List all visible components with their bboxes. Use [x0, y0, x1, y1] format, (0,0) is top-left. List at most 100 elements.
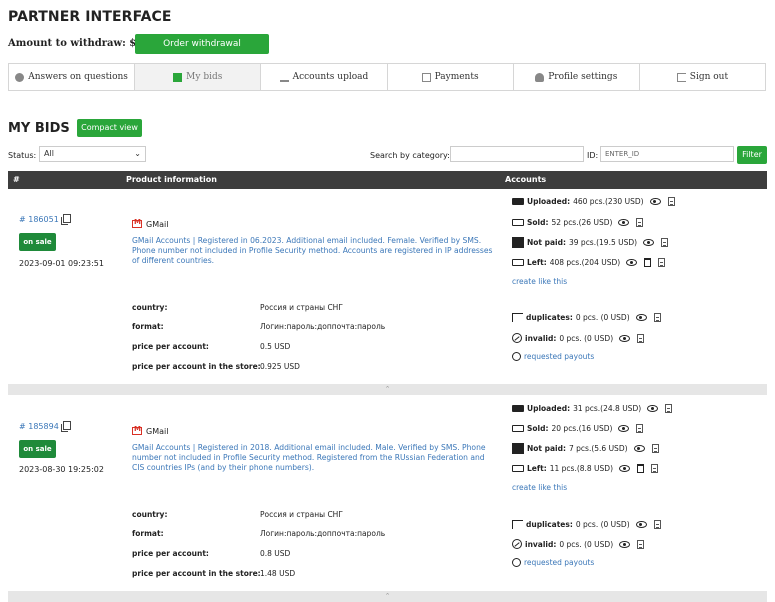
- create-like-this-link[interactable]: create like this: [512, 277, 567, 286]
- stat-value: 39 pcs.(19.5 USD): [569, 238, 638, 247]
- create-like-this-link[interactable]: create like this: [512, 483, 567, 492]
- bid-id[interactable]: # 186051: [19, 214, 71, 225]
- battery-full-icon: [512, 405, 524, 412]
- eye-icon[interactable]: [619, 465, 631, 472]
- col-product: Product information: [126, 175, 217, 184]
- sign-out-icon: [676, 72, 686, 82]
- stat-value: 0 pcs. (0 USD): [575, 520, 630, 529]
- collapse-toggle[interactable]: ⌃: [8, 591, 767, 602]
- compact-view-button[interactable]: Compact view: [77, 119, 142, 137]
- trash-icon[interactable]: [637, 464, 645, 473]
- uploaded-stat: Uploaded: 31 pcs.(24.8 USD): [512, 404, 673, 413]
- copy-icon[interactable]: [60, 214, 71, 225]
- tab-answers-on-questions[interactable]: Answers on questions: [9, 64, 136, 90]
- tab-payments[interactable]: Payments: [388, 64, 514, 90]
- attr-key: country:: [132, 303, 168, 312]
- tab-my-bids[interactable]: My bids: [135, 64, 262, 90]
- stat-value: 7 pcs.(5.6 USD): [569, 444, 628, 453]
- tab-label: Sign out: [689, 72, 729, 82]
- document-icon[interactable]: [665, 404, 673, 413]
- stat-label: duplicates:: [526, 520, 573, 529]
- attr-key: price per account:: [132, 549, 209, 558]
- duplicates-stat: duplicates: 0 pcs. (0 USD): [512, 313, 661, 322]
- category-search-input[interactable]: [450, 146, 584, 162]
- duplicates-icon: [512, 313, 523, 322]
- battery-half-icon: [512, 219, 524, 226]
- document-icon[interactable]: [636, 424, 644, 433]
- battery-half-icon: [512, 425, 524, 432]
- eye-icon[interactable]: [619, 540, 631, 548]
- product-description[interactable]: GMail Accounts | Registered in 06.2023. …: [132, 236, 498, 266]
- attr-value: Россия и страны СНГ: [260, 303, 343, 312]
- stat-value: 0 pcs. (0 USD): [559, 539, 614, 549]
- tab-label: Profile settings: [548, 72, 618, 82]
- requested-payouts-link[interactable]: requested payouts: [524, 558, 594, 567]
- attr-value: Логин:пароль:доппочта:пароль: [260, 529, 386, 538]
- stat-value: 408 pcs.(204 USD): [549, 258, 621, 267]
- money-icon: [512, 237, 524, 248]
- requested-payouts-link[interactable]: requested payouts: [524, 352, 594, 361]
- product-name-text: GMail: [146, 220, 169, 229]
- document-icon[interactable]: [653, 313, 661, 322]
- gmail-icon: [132, 218, 142, 228]
- copy-icon[interactable]: [60, 421, 71, 432]
- document-icon[interactable]: [636, 218, 644, 227]
- user-icon: [535, 72, 545, 82]
- eye-icon[interactable]: [643, 239, 655, 246]
- table-row: # 186051 on sale 2023-09-01 09:23:51 GMa…: [8, 189, 767, 384]
- stat-label: Sold:: [527, 218, 549, 227]
- tab-label: My bids: [186, 72, 223, 82]
- stat-label: Uploaded:: [527, 197, 571, 206]
- uploaded-stat: Uploaded: 460 pcs.(230 USD): [512, 197, 675, 206]
- bid-date: 2023-08-30 19:25:02: [19, 465, 104, 474]
- chevron-down-icon: ⌄: [134, 149, 141, 158]
- left-stat: Left: 11 pcs.(8.8 USD): [512, 464, 659, 473]
- document-icon[interactable]: [653, 520, 661, 529]
- stat-value: 11 pcs.(8.8 USD): [549, 464, 614, 473]
- document-icon[interactable]: [667, 197, 675, 206]
- requested-payouts[interactable]: requested payouts: [512, 352, 594, 361]
- eye-icon[interactable]: [618, 425, 630, 432]
- status-badge: on sale: [19, 440, 56, 458]
- battery-full-icon: [512, 198, 524, 205]
- duplicates-icon: [512, 520, 523, 529]
- order-withdrawal-button[interactable]: Order withdrawal: [135, 34, 269, 54]
- eye-icon[interactable]: [626, 259, 638, 266]
- bid-id[interactable]: # 185894: [19, 421, 71, 432]
- document-icon[interactable]: [637, 333, 645, 343]
- document-icon[interactable]: [658, 258, 666, 267]
- tab-sign-out[interactable]: Sign out: [640, 64, 765, 90]
- eye-icon[interactable]: [635, 314, 647, 321]
- battery-empty-icon: [512, 465, 524, 472]
- stat-label: invalid:: [525, 333, 557, 343]
- id-input[interactable]: ENTER_ID: [600, 146, 734, 162]
- trash-icon[interactable]: [644, 258, 652, 267]
- table-row: # 185894 on sale 2023-08-30 19:25:02 GMa…: [8, 396, 767, 591]
- chat-icon: [15, 72, 25, 82]
- document-icon[interactable]: [661, 238, 669, 247]
- eye-icon[interactable]: [633, 445, 645, 452]
- filter-button[interactable]: Filter: [737, 146, 767, 164]
- requested-payouts[interactable]: requested payouts: [512, 558, 594, 567]
- payout-icon: [512, 558, 521, 567]
- tab-accounts-upload[interactable]: Accounts upload: [261, 64, 388, 90]
- document-icon[interactable]: [651, 464, 659, 473]
- eye-icon[interactable]: [618, 219, 630, 226]
- eye-icon[interactable]: [647, 405, 659, 412]
- document-icon[interactable]: [637, 539, 645, 549]
- product-name-text: GMail: [146, 427, 169, 436]
- stat-value: 0 pcs. (0 USD): [575, 313, 630, 322]
- attr-key: format:: [132, 322, 164, 331]
- duplicates-stat: duplicates: 0 pcs. (0 USD): [512, 520, 661, 529]
- status-select[interactable]: All ⌄: [39, 146, 146, 162]
- eye-icon[interactable]: [619, 334, 631, 342]
- eye-icon[interactable]: [649, 198, 661, 205]
- product-description[interactable]: GMail Accounts | Registered in 2018. Add…: [132, 443, 498, 473]
- bid-date: 2023-09-01 09:23:51: [19, 259, 104, 268]
- collapse-toggle[interactable]: ⌃: [8, 384, 767, 395]
- tab-profile-settings[interactable]: Profile settings: [514, 64, 640, 90]
- id-label: ID:: [587, 151, 599, 160]
- eye-icon[interactable]: [635, 521, 647, 528]
- upload-icon: [279, 73, 289, 82]
- document-icon[interactable]: [651, 444, 659, 453]
